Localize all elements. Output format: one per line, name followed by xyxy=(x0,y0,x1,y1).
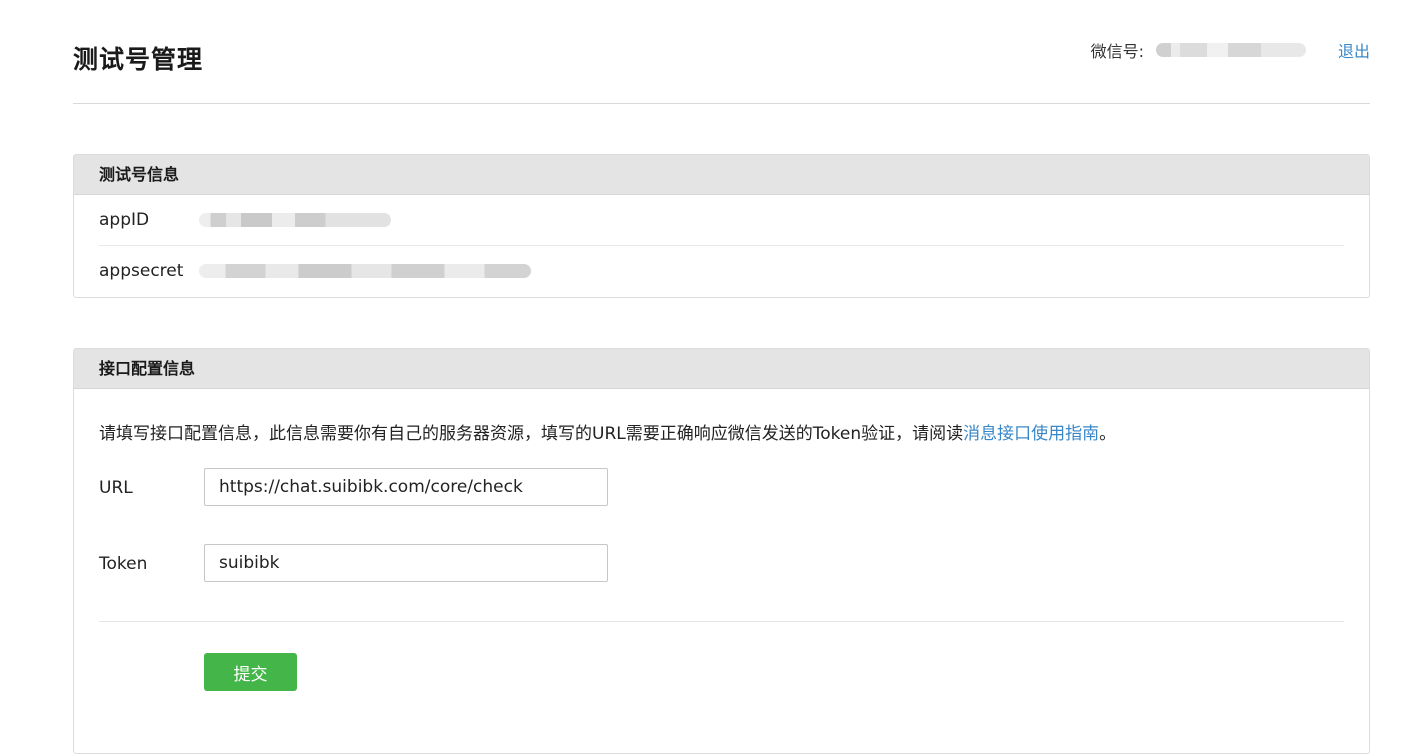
description-end: 。 xyxy=(1099,424,1117,444)
token-input[interactable] xyxy=(204,544,608,582)
redacted-appid-value xyxy=(199,213,391,227)
redacted-account-id xyxy=(1155,43,1306,57)
message-interface-guide-link[interactable]: 消息接口使用指南 xyxy=(963,424,1099,444)
appid-label: appID xyxy=(99,210,150,230)
logout-link[interactable]: 退出 xyxy=(1338,38,1370,62)
url-input[interactable] xyxy=(204,468,608,506)
url-label: URL xyxy=(99,478,133,498)
account-label: 微信号: xyxy=(1090,42,1144,61)
appsecret-label: appsecret xyxy=(99,261,184,281)
config-description: 请填写接口配置信息，此信息需要你有自己的服务器资源，填写的URL需要正确响应微信… xyxy=(99,419,1116,444)
submit-button[interactable]: 提交 xyxy=(204,653,297,691)
page-title: 测试号管理 xyxy=(73,45,204,74)
redacted-appsecret-value xyxy=(199,264,531,278)
info-row-appsecret: appsecret xyxy=(99,245,1344,296)
panel-title: 接口配置信息 xyxy=(74,349,1369,389)
page: 测试号管理 微信号: 退出 测试号信息 appID appsecret 接口配置… xyxy=(0,0,1424,756)
interface-config-panel: 接口配置信息 请填写接口配置信息，此信息需要你有自己的服务器资源，填写的URL需… xyxy=(73,348,1370,754)
form-divider xyxy=(99,621,1344,622)
account-info: 微信号: 退出 xyxy=(1091,38,1370,62)
page-header: 测试号管理 微信号: 退出 xyxy=(73,0,1370,104)
panel-title: 测试号信息 xyxy=(74,155,1369,195)
description-text: 请填写接口配置信息，此信息需要你有自己的服务器资源，填写的URL需要正确响应微信… xyxy=(99,424,964,444)
token-label: Token xyxy=(99,554,148,574)
test-account-info-panel: 测试号信息 appID appsecret xyxy=(73,154,1370,298)
info-row-appid: appID xyxy=(99,195,1344,245)
